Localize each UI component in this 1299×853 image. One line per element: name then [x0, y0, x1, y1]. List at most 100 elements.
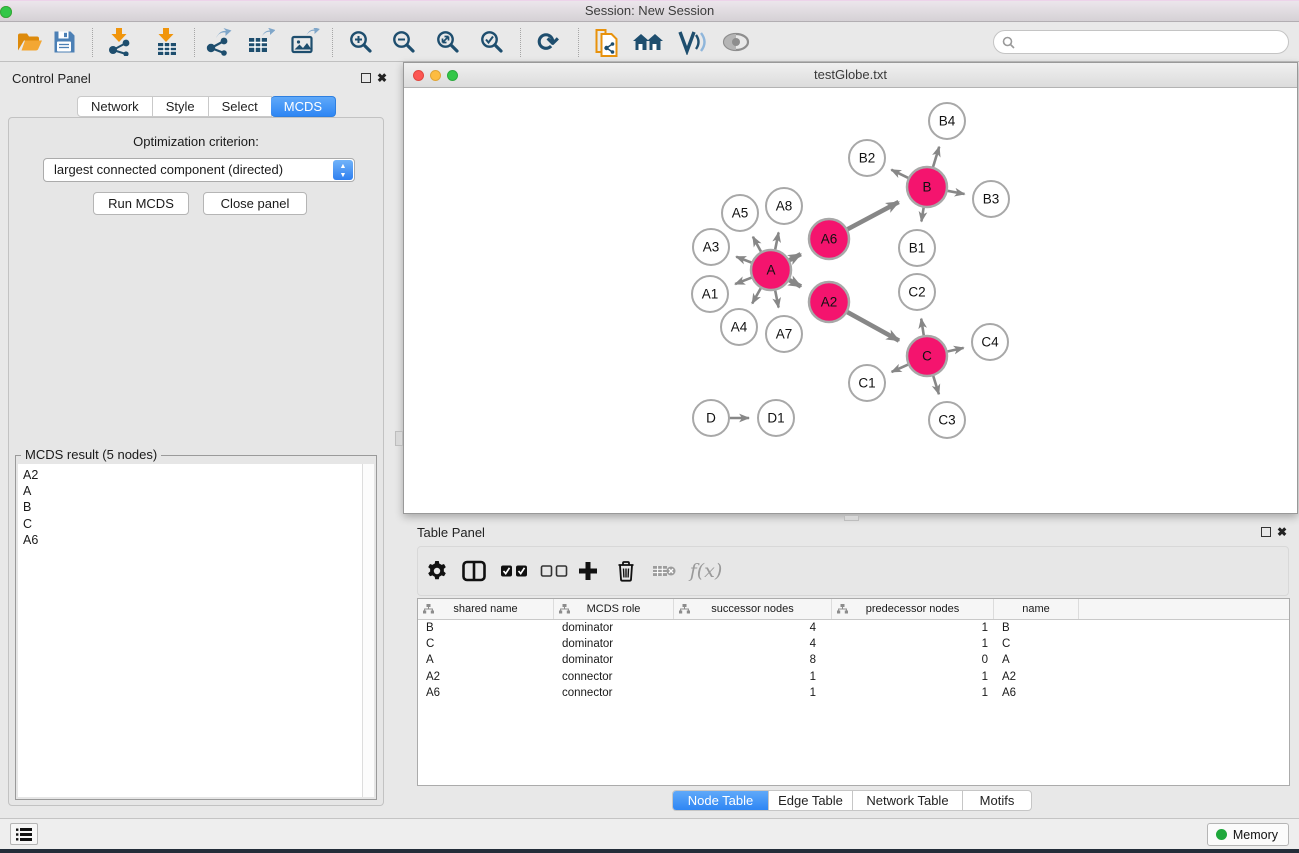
node-B3[interactable]: B3 — [973, 181, 1009, 217]
node-A8[interactable]: A8 — [766, 188, 802, 224]
table-cell[interactable]: dominator — [554, 652, 674, 668]
zoom-fit-icon[interactable] — [435, 29, 461, 55]
delete-table-icon[interactable] — [652, 564, 676, 578]
mcds-result-item[interactable]: C — [23, 516, 362, 532]
node-A4[interactable]: A4 — [721, 309, 757, 345]
node-B[interactable]: B — [907, 167, 947, 207]
table-cell[interactable]: dominator — [554, 620, 674, 636]
node-B1[interactable]: B1 — [899, 230, 935, 266]
table-row[interactable]: A2connector11A2 — [418, 669, 1289, 685]
tab-style[interactable]: Style — [153, 96, 209, 117]
table-row[interactable]: Bdominator41B — [418, 620, 1289, 636]
tab-network[interactable]: Network — [77, 96, 153, 117]
table-cell[interactable]: A6 — [418, 685, 554, 701]
run-mcds-button[interactable]: Run MCDS — [93, 192, 189, 215]
add-column-icon[interactable] — [578, 561, 598, 581]
export-table-icon[interactable] — [247, 28, 275, 56]
table-cell[interactable]: A2 — [994, 669, 1079, 685]
table-panel-close-icon[interactable]: ✖ — [1277, 527, 1287, 537]
column-header-shared-name[interactable]: shared name — [418, 599, 554, 619]
control-panel-close-icon[interactable]: ✖ — [377, 73, 387, 83]
mcds-result-item[interactable]: A6 — [23, 532, 362, 548]
result-scrollbar[interactable] — [362, 464, 374, 797]
table-row[interactable]: Cdominator41C — [418, 636, 1289, 652]
network-canvas[interactable]: AA1A2A3A4A5A6A7A8BB1B2B3B4CC1C2C3C4DD1 — [404, 89, 1297, 513]
table-cell[interactable]: connector — [554, 685, 674, 701]
node-C1[interactable]: C1 — [849, 365, 885, 401]
node-A3[interactable]: A3 — [693, 229, 729, 265]
edge-B-B4[interactable] — [932, 147, 939, 170]
table-cell[interactable]: C — [418, 636, 554, 652]
table-cell[interactable]: A — [418, 652, 554, 668]
tab-motifs[interactable]: Motifs — [963, 791, 1031, 810]
zoom-window-button[interactable] — [0, 6, 12, 18]
column-header-name[interactable]: name — [994, 599, 1079, 619]
edge-C-C3[interactable] — [932, 373, 939, 394]
table-cell[interactable]: 1 — [832, 620, 994, 636]
node-C4[interactable]: C4 — [972, 324, 1008, 360]
criterion-dropdown[interactable]: largest connected component (directed) ▲… — [43, 158, 355, 182]
table-cell[interactable]: 4 — [674, 620, 832, 636]
tab-node-table[interactable]: Node Table — [673, 791, 769, 810]
table-cell[interactable]: dominator — [554, 636, 674, 652]
refresh-layout-icon[interactable]: ⟳ — [537, 29, 559, 55]
table-cell[interactable]: C — [994, 636, 1079, 652]
table-cell[interactable]: 1 — [832, 636, 994, 652]
column-header-predecessor-nodes[interactable]: predecessor nodes — [832, 599, 994, 619]
mcds-result-list[interactable]: A2ABCA6 — [18, 464, 362, 797]
table-cell[interactable]: connector — [554, 669, 674, 685]
tab-mcds[interactable]: MCDS — [271, 96, 336, 117]
memory-button[interactable]: Memory — [1207, 823, 1289, 846]
node-C3[interactable]: C3 — [929, 402, 965, 438]
mcds-result-item[interactable]: A — [23, 483, 362, 499]
tab-edge-table[interactable]: Edge Table — [769, 791, 853, 810]
node-A2[interactable]: A2 — [809, 282, 849, 322]
open-session-icon[interactable] — [17, 31, 43, 54]
export-network-icon[interactable] — [204, 28, 232, 56]
column-header-mcds-role[interactable]: MCDS role — [554, 599, 674, 619]
table-cell[interactable]: 4 — [674, 636, 832, 652]
edge-A2-C[interactable] — [845, 311, 899, 341]
table-row[interactable]: Adominator80A — [418, 652, 1289, 668]
table-settings-icon[interactable] — [426, 560, 448, 582]
table-cell[interactable]: 0 — [832, 652, 994, 668]
show-panel-list-button[interactable] — [10, 823, 38, 845]
node-B2[interactable]: B2 — [849, 140, 885, 176]
delete-column-icon[interactable] — [617, 560, 636, 582]
table-cell[interactable]: 1 — [832, 669, 994, 685]
panel-splitter-grip[interactable] — [844, 515, 859, 521]
table-cell[interactable]: A6 — [994, 685, 1079, 701]
search-input[interactable] — [1015, 35, 1288, 50]
node-B4[interactable]: B4 — [929, 103, 965, 139]
table-row[interactable]: A6connector11A6 — [418, 685, 1289, 701]
tab-network-table[interactable]: Network Table — [853, 791, 963, 810]
node-D[interactable]: D — [693, 400, 729, 436]
mcds-result-item[interactable]: B — [23, 499, 362, 515]
column-header-successor-nodes[interactable]: successor nodes — [674, 599, 832, 619]
table-panel-float-icon[interactable] — [1261, 527, 1271, 537]
vizmapper-icon[interactable] — [676, 29, 706, 55]
node-A[interactable]: A — [751, 250, 791, 290]
export-image-icon[interactable] — [291, 28, 320, 56]
search-field[interactable] — [993, 30, 1289, 54]
node-D1[interactable]: D1 — [758, 400, 794, 436]
table-cell[interactable]: B — [994, 620, 1079, 636]
node-C2[interactable]: C2 — [899, 274, 935, 310]
control-panel-float-icon[interactable] — [361, 73, 371, 83]
node-A6[interactable]: A6 — [809, 219, 849, 259]
table-cell[interactable]: 1 — [832, 685, 994, 701]
zoom-selected-icon[interactable] — [479, 29, 505, 55]
network-zoom-button[interactable] — [447, 70, 458, 81]
node-A1[interactable]: A1 — [692, 276, 728, 312]
split-panel-icon[interactable] — [462, 561, 486, 582]
network-close-button[interactable] — [413, 70, 424, 81]
save-session-icon[interactable] — [53, 31, 76, 54]
node-A5[interactable]: A5 — [722, 195, 758, 231]
table-cell[interactable]: 8 — [674, 652, 832, 668]
zoom-out-icon[interactable] — [391, 29, 417, 55]
mcds-result-item[interactable]: A2 — [23, 467, 362, 483]
show-graphics-details-icon[interactable] — [722, 32, 750, 52]
tab-select[interactable]: Select — [209, 96, 272, 117]
select-all-icon[interactable] — [501, 565, 528, 577]
zoom-in-icon[interactable] — [348, 29, 374, 55]
